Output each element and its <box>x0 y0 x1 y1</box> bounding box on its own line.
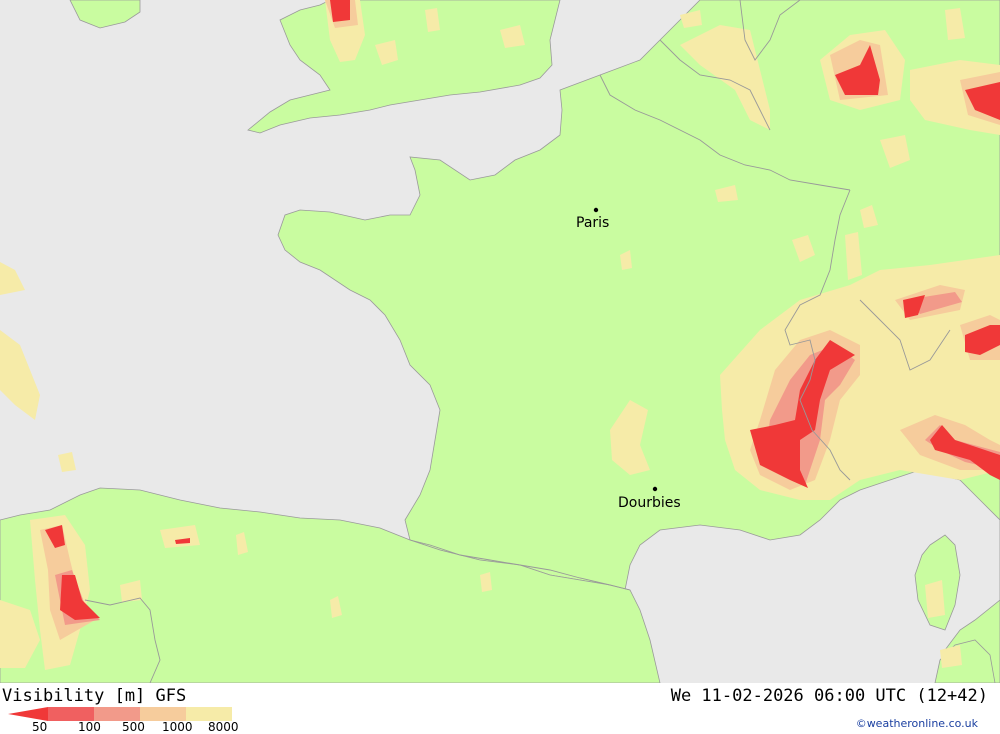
city-dourbies-label: Dourbies <box>618 495 681 511</box>
city-paris-label: Paris <box>576 215 609 231</box>
visibility-map: Paris Dourbies <box>0 0 1000 683</box>
map-footer: Visibility [m] GFS We 11-02-2026 06:00 U… <box>0 683 1000 734</box>
legend-label-500: 500 <box>122 720 145 734</box>
legend-label-50: 50 <box>32 720 48 734</box>
city-paris-dot <box>593 207 599 213</box>
legend-label-8000: 8000 <box>208 720 239 734</box>
legend-swatch-1000 <box>140 707 186 721</box>
city-dourbies-dot <box>652 486 658 492</box>
map-timestamp: We 11-02-2026 06:00 UTC (12+42) <box>670 686 988 706</box>
credit-link[interactable]: ©weatheronline.co.uk <box>856 717 978 730</box>
legend-swatch-500 <box>94 707 140 721</box>
legend-swatch-100 <box>48 707 94 721</box>
legend-swatch-8000 <box>186 707 232 721</box>
legend-label-100: 100 <box>78 720 101 734</box>
legend-label-1000: 1000 <box>162 720 193 734</box>
legend-swatch-50 <box>8 707 48 721</box>
legend-colorbar <box>8 707 232 721</box>
map-title: Visibility [m] GFS <box>2 686 187 706</box>
